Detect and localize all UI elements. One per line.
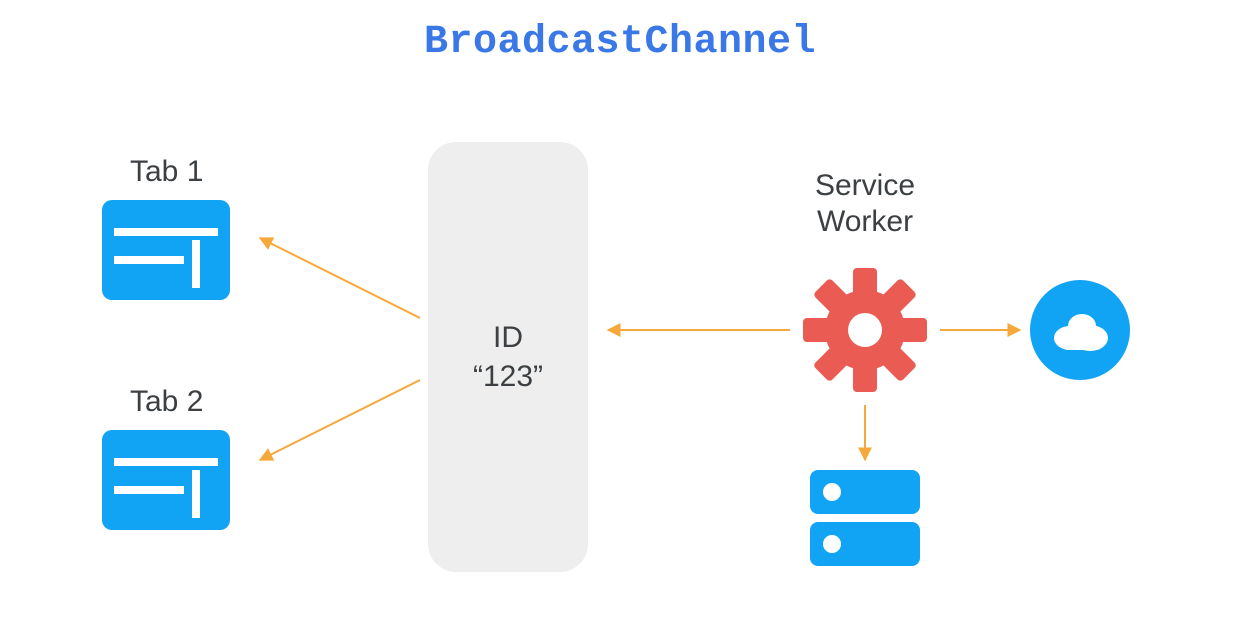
- sw-label-line2: Worker: [817, 205, 913, 238]
- broadcast-channel-node: ID “123”: [428, 142, 588, 572]
- service-worker-label: Service Worker: [765, 168, 965, 240]
- arrow-channel-to-tab2: [260, 380, 420, 460]
- gear-icon: [800, 265, 930, 395]
- server-icon: [810, 470, 920, 570]
- tab2-label: Tab 2: [130, 385, 203, 419]
- sw-label-line1: Service: [815, 169, 915, 202]
- browser-tab-icon: [102, 430, 230, 530]
- tab1-label: Tab 1: [130, 155, 203, 189]
- channel-id-line1: ID: [493, 321, 523, 354]
- channel-id-line2: “123”: [473, 360, 543, 393]
- diagram-stage: BroadcastChannel ID “123” Tab 1: [0, 0, 1240, 628]
- browser-tab-icon: [102, 200, 230, 300]
- channel-id-label: ID “123”: [428, 318, 588, 396]
- arrow-channel-to-tab1: [260, 238, 420, 318]
- cloud-icon: [1030, 280, 1130, 380]
